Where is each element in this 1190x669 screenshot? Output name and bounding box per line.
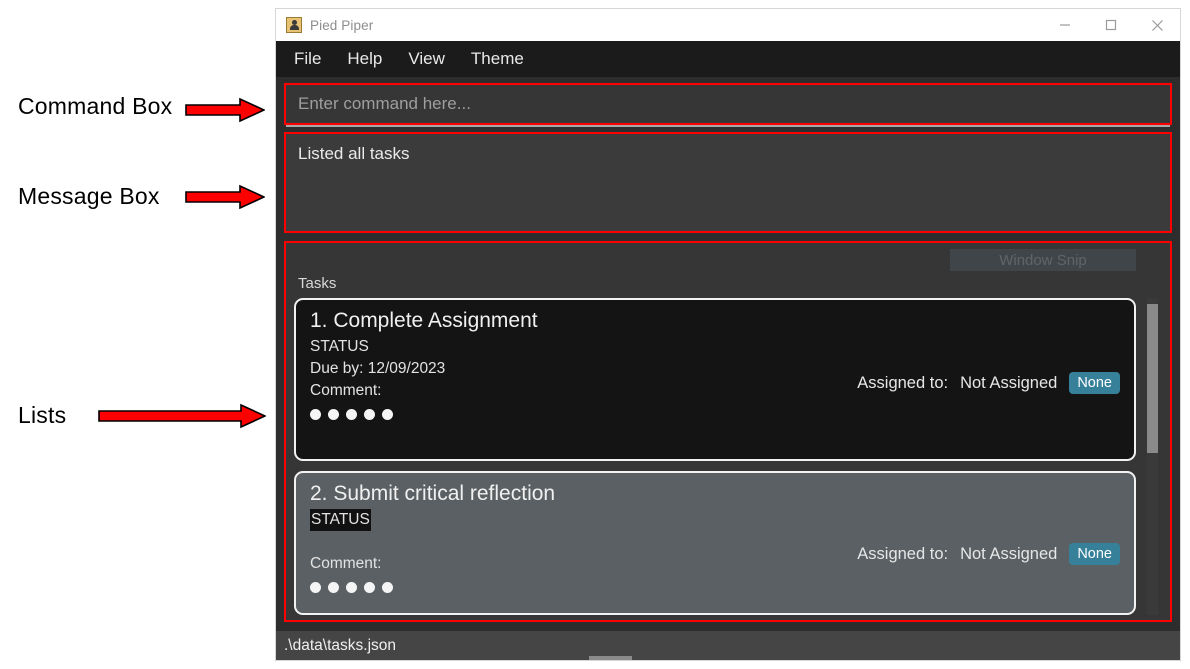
statusbar-grip	[589, 656, 632, 660]
command-input-underline	[286, 125, 1170, 127]
statusbar-file-path: .\data\tasks.json	[284, 636, 397, 654]
message-box-text: Listed all tasks	[298, 144, 410, 163]
assigned-to-value: Not Assigned	[960, 373, 1058, 392]
task-status: STATUS	[310, 509, 371, 531]
snip-row: Window Snip	[294, 249, 1162, 273]
minimize-icon[interactable]	[1042, 9, 1088, 41]
annotation-arrow-command-box	[185, 97, 265, 123]
statusbar: .\data\tasks.json	[276, 631, 1180, 660]
menu-item-help[interactable]: Help	[347, 49, 382, 69]
window-title: Pied Piper	[310, 17, 374, 33]
tasks-scroll-area: 1. Complete Assignment STATUS Due by: 12…	[294, 298, 1162, 615]
assigned-to-label: Assigned to:	[857, 373, 949, 392]
lists-panel: Window Snip Tasks 1. Complete Assignment…	[284, 241, 1172, 622]
app-user-icon	[286, 17, 302, 33]
menu-item-theme[interactable]: Theme	[471, 49, 524, 69]
menu-item-file[interactable]: File	[294, 49, 321, 69]
close-icon[interactable]	[1134, 9, 1180, 41]
assigned-to-label: Assigned to:	[857, 544, 949, 563]
task-title: 2. Submit critical reflection	[310, 482, 556, 505]
command-box[interactable]: Enter command here...	[284, 83, 1172, 127]
menubar: File Help View Theme	[276, 41, 1180, 77]
titlebar[interactable]: Pied Piper	[276, 9, 1180, 41]
annotation-label-lists: Lists	[18, 402, 67, 428]
task-comment-dots	[310, 409, 1120, 420]
annotation-label-command-box: Command Box	[18, 93, 173, 119]
screenshot-root: Command Box Message Box Lists Pied Piper	[0, 0, 1190, 669]
annotation-arrow-message-box	[185, 184, 265, 210]
tasks-scrollbar-thumb[interactable]	[1147, 304, 1158, 453]
task-card[interactable]: 2. Submit critical reflection STATUS Com…	[294, 471, 1136, 615]
task-comment-dots	[310, 582, 1120, 593]
annotation-arrow-lists	[98, 403, 266, 429]
menu-item-view[interactable]: View	[408, 49, 445, 69]
command-input-placeholder: Enter command here...	[298, 94, 471, 113]
task-status: STATUS	[310, 338, 369, 355]
assignee-badge[interactable]: None	[1069, 372, 1120, 394]
task-title: 1. Complete Assignment	[310, 309, 538, 332]
command-input-wrapper: Enter command here...	[286, 94, 1170, 127]
task-card[interactable]: 1. Complete Assignment STATUS Due by: 12…	[294, 298, 1136, 461]
assignee-badge[interactable]: None	[1069, 543, 1120, 565]
app-window: Pied Piper File Help View Theme Enter co…	[275, 8, 1181, 661]
window-snip-button[interactable]: Window Snip	[950, 249, 1136, 271]
tasks-section-label: Tasks	[298, 275, 337, 292]
task-assignment: Assigned to: Not Assigned None	[857, 543, 1120, 565]
assigned-to-value: Not Assigned	[960, 544, 1058, 563]
message-box: Listed all tasks	[284, 132, 1172, 233]
task-assignment: Assigned to: Not Assigned None	[857, 372, 1120, 394]
app-body: Enter command here... Listed all tasks W…	[276, 77, 1180, 660]
window-controls	[1042, 9, 1180, 41]
maximize-icon[interactable]	[1088, 9, 1134, 41]
annotation-label-message-box: Message Box	[18, 183, 160, 209]
